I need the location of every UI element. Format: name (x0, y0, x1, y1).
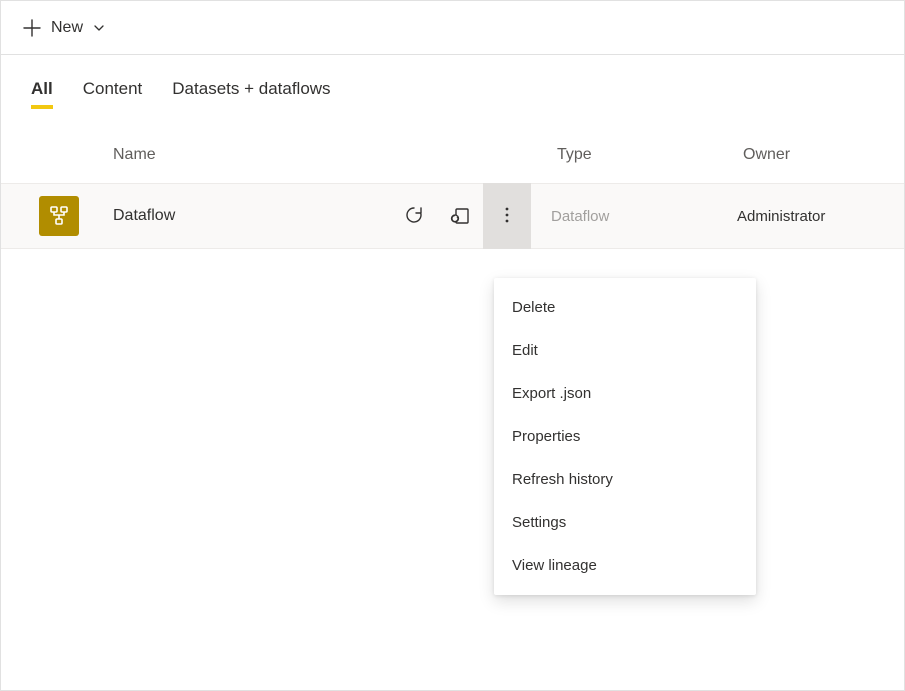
row-type: Dataflow (531, 208, 721, 225)
row-actions (391, 183, 531, 249)
row-owner[interactable]: Administrator (721, 208, 904, 225)
context-menu: Delete Edit Export .json Properties Refr… (494, 278, 756, 595)
new-button-label: New (51, 19, 83, 37)
schedule-refresh-icon (450, 205, 470, 228)
more-options-button[interactable] (483, 183, 531, 249)
dataflow-icon (39, 196, 79, 236)
row-icon-wrap (39, 196, 113, 236)
refresh-icon (404, 205, 424, 228)
chevron-down-icon (93, 22, 105, 34)
column-header-name[interactable]: Name (113, 146, 557, 164)
menu-item-view-lineage[interactable]: View lineage (494, 544, 756, 587)
tab-all[interactable]: All (31, 79, 53, 109)
table-header: Name Type Owner (1, 127, 904, 183)
row-name[interactable]: Dataflow (113, 207, 391, 225)
more-vertical-icon (499, 206, 515, 227)
toolbar: New (1, 1, 904, 55)
menu-item-refresh-history[interactable]: Refresh history (494, 458, 756, 501)
tab-datasets-dataflows[interactable]: Datasets + dataflows (172, 79, 330, 109)
tabs: All Content Datasets + dataflows (1, 55, 904, 109)
menu-item-export-json[interactable]: Export .json (494, 372, 756, 415)
refresh-button[interactable] (391, 183, 437, 249)
column-header-owner[interactable]: Owner (743, 146, 904, 164)
column-header-type[interactable]: Type (557, 146, 743, 164)
menu-item-edit[interactable]: Edit (494, 329, 756, 372)
schedule-refresh-button[interactable] (437, 183, 483, 249)
new-button[interactable]: New (15, 13, 113, 43)
menu-item-settings[interactable]: Settings (494, 501, 756, 544)
menu-item-properties[interactable]: Properties (494, 415, 756, 458)
table-row[interactable]: Dataflow Dataflow Administrator (1, 183, 904, 249)
plus-icon (23, 19, 41, 37)
menu-item-delete[interactable]: Delete (494, 286, 756, 329)
tab-content[interactable]: Content (83, 79, 143, 109)
